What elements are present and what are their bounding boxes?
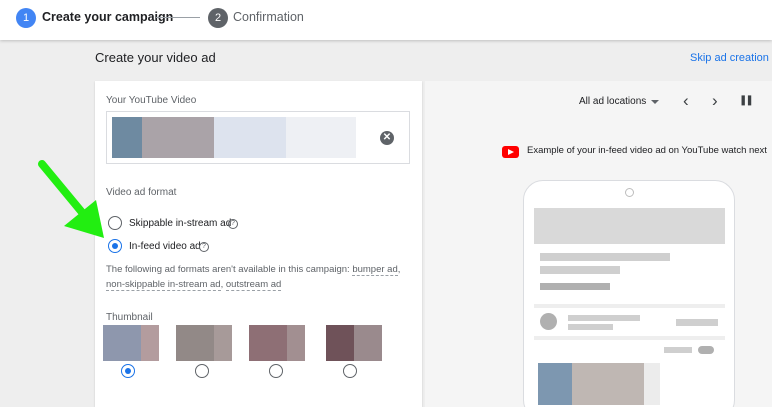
ad-thumbnail-placeholder	[538, 363, 572, 405]
close-circle-icon[interactable]: ✕	[380, 131, 394, 145]
help-icon[interactable]: ?	[199, 242, 209, 252]
subscribe-placeholder	[676, 319, 718, 326]
autoplay-toggle	[698, 346, 714, 354]
thumbnail-radio-4[interactable]	[343, 364, 357, 378]
note-separator: ,	[397, 264, 401, 275]
radio-in-feed-video[interactable]	[108, 239, 122, 253]
unavailable-formats-note: The following ad formats aren't availabl…	[106, 262, 406, 292]
chevron-down-icon[interactable]	[651, 100, 659, 104]
thumbnail-option[interactable]	[326, 325, 382, 361]
step-2-badge: 2	[208, 8, 228, 28]
phone-camera-icon	[625, 188, 634, 197]
help-icon[interactable]: ?	[228, 219, 238, 229]
ad-thumbnail-placeholder	[572, 363, 644, 405]
bumper-ad-link[interactable]: bumper ad	[352, 264, 398, 276]
stepper-header: 1 Create your campaign 2 Confirmation	[0, 0, 772, 40]
video-ad-format-label: Video ad format	[106, 187, 177, 198]
chevron-left-icon[interactable]: ‹	[683, 91, 689, 111]
outstream-ad-link[interactable]: outstream ad	[225, 279, 282, 291]
skip-ad-creation-link[interactable]: Skip ad creation (	[690, 52, 772, 64]
phone-mockup	[523, 180, 735, 407]
non-skippable-in-stream-link[interactable]: non-skippable in-stream ad	[106, 279, 221, 291]
thumbnail-radio-1[interactable]	[121, 364, 135, 378]
title-placeholder	[540, 253, 670, 261]
video-thumbnail-segment	[214, 117, 286, 158]
actions-placeholder	[540, 283, 610, 290]
youtube-logo-icon	[502, 146, 519, 158]
step-1-label[interactable]: Create your campaign	[42, 10, 173, 24]
note-text: The following ad formats aren't availabl…	[106, 264, 353, 275]
ad-thumbnail-placeholder	[644, 363, 660, 405]
green-arrow-annotation	[38, 160, 104, 238]
thumbnail-radio-2[interactable]	[195, 364, 209, 378]
channel-sub-placeholder	[568, 324, 613, 330]
channel-name-placeholder	[568, 315, 640, 321]
thumbnail-option[interactable]	[176, 325, 232, 361]
selected-video-box[interactable]: ✕	[106, 111, 410, 164]
thumbnail-option[interactable]	[103, 325, 159, 361]
video-thumbnail-segment	[112, 117, 142, 158]
step-2-label[interactable]: Confirmation	[233, 10, 304, 24]
youtube-video-label: Your YouTube Video	[106, 95, 197, 106]
title-placeholder	[540, 266, 620, 274]
autoplay-placeholder	[664, 347, 692, 353]
video-player-placeholder	[534, 208, 725, 244]
chevron-right-icon[interactable]: ›	[712, 91, 718, 111]
thumbnail-option[interactable]	[249, 325, 305, 361]
step-connector	[156, 17, 200, 18]
pause-icon[interactable]: ❚❚	[739, 95, 754, 106]
thumbnail-label: Thumbnail	[106, 312, 153, 323]
in-feed-video-label[interactable]: In-feed video ad	[129, 241, 201, 252]
ad-settings-card: Your YouTube Video ✕ Video ad format Ski…	[95, 81, 422, 407]
step-1-badge: 1	[16, 8, 36, 28]
ad-preview-pane: All ad locations ‹ › ❚❚ Example of your …	[425, 81, 772, 407]
phone-screen	[534, 208, 725, 407]
radio-skippable-in-stream[interactable]	[108, 216, 122, 230]
thumbnail-radio-3[interactable]	[269, 364, 283, 378]
avatar	[540, 313, 557, 330]
page-title: Create your video ad	[95, 50, 216, 65]
video-thumbnail-segment	[286, 117, 356, 158]
ad-locations-dropdown[interactable]: All ad locations	[579, 96, 646, 107]
video-thumbnail-segment	[142, 117, 214, 158]
skippable-in-stream-label[interactable]: Skippable in-stream ad	[129, 218, 231, 229]
preview-caption: Example of your in-feed video ad on YouT…	[527, 145, 767, 156]
